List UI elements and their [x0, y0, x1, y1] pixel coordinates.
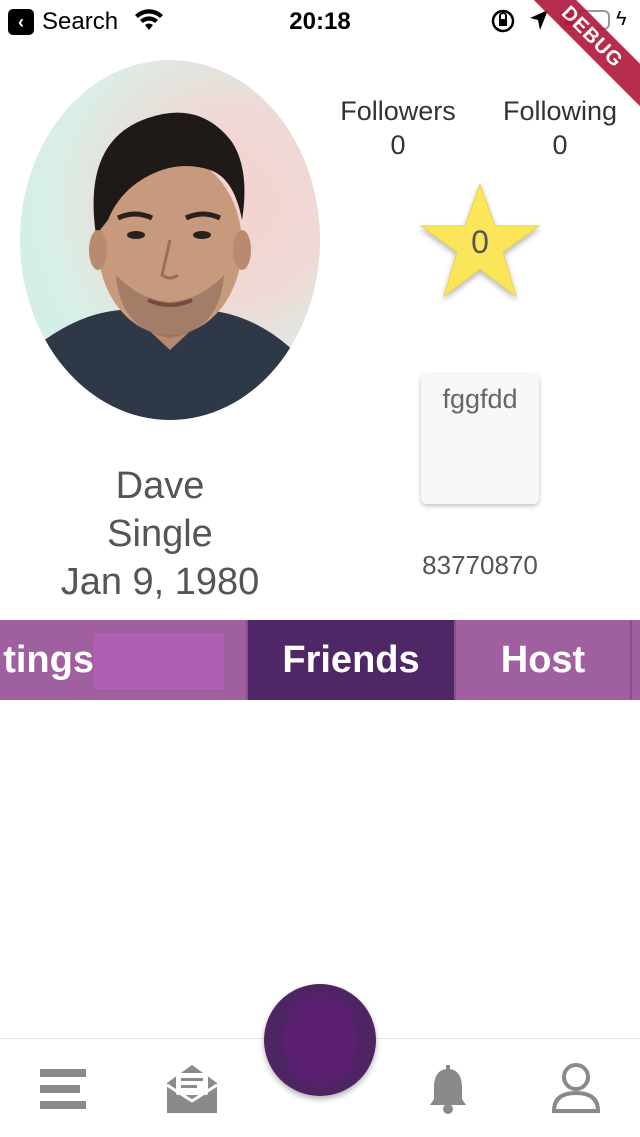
charging-bolt-icon: ϟ	[616, 8, 627, 30]
tab-settings[interactable]: tings	[0, 620, 246, 700]
tab-host[interactable]: Host	[456, 620, 630, 700]
center-action-button[interactable]	[264, 984, 376, 1096]
note-card[interactable]: fggfdd	[421, 374, 539, 504]
tab-settings-label: tings	[3, 639, 94, 681]
followers-label: Followers	[340, 96, 456, 126]
orientation-lock-icon	[491, 9, 515, 33]
profile-name: Dave	[115, 465, 205, 507]
birthday: Jan 9, 1980	[60, 561, 260, 603]
bell-icon[interactable]	[420, 1061, 476, 1117]
tab-friends[interactable]: Friends	[248, 620, 454, 700]
followers-count: 0	[390, 130, 406, 160]
center-action-inner	[282, 994, 358, 1086]
star-rating-value: 0	[471, 224, 489, 260]
user-icon[interactable]	[548, 1061, 604, 1117]
followers-stat[interactable]: Followers 0	[328, 94, 468, 162]
tab-divider	[630, 620, 632, 700]
profile-avatar[interactable]	[20, 60, 320, 420]
profile-info: Dave Single Jan 9, 1980	[0, 462, 320, 606]
following-stat[interactable]: Following 0	[490, 94, 630, 162]
rating-star[interactable]: 0	[418, 180, 542, 302]
menu-icon[interactable]	[36, 1061, 92, 1117]
following-label: Following	[502, 96, 618, 126]
relationship-status: Single	[107, 513, 213, 555]
note-card-text: fggfdd	[442, 384, 518, 414]
tab-bar: tings Friends Host	[0, 620, 640, 700]
avatar-photo	[20, 112, 320, 420]
phone-number: 83770870	[422, 550, 538, 580]
mail-icon[interactable]	[164, 1061, 220, 1117]
following-count: 0	[552, 130, 568, 160]
